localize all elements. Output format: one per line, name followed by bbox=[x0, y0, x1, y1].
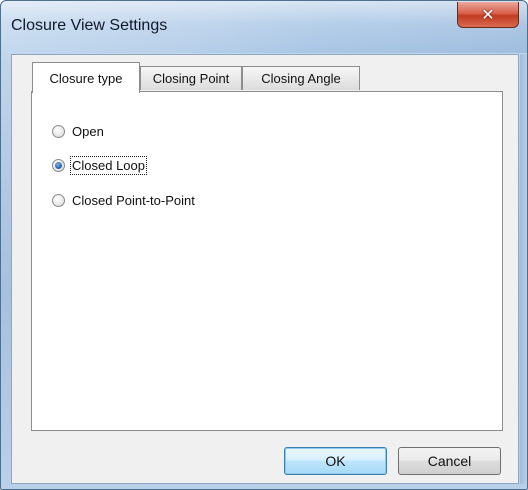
ok-button[interactable]: OK bbox=[284, 447, 387, 475]
radio-open[interactable]: Open bbox=[52, 122, 104, 140]
radio-label: Open bbox=[72, 123, 104, 139]
window-title: Closure View Settings bbox=[11, 17, 168, 34]
radio-closed-point-to-point[interactable]: Closed Point-to-Point bbox=[52, 191, 195, 209]
tab-closing-point[interactable]: Closing Point bbox=[140, 66, 242, 90]
window-edge bbox=[520, 54, 527, 484]
radio-button[interactable] bbox=[52, 124, 65, 138]
radio-label: Closed Point-to-Point bbox=[72, 192, 195, 208]
radio-closed-loop[interactable]: Closed Loop bbox=[52, 155, 147, 175]
title-bar[interactable]: Closure View Settings ✕ bbox=[1, 1, 527, 53]
cancel-button[interactable]: Cancel bbox=[398, 447, 501, 475]
tab-label: Closing Angle bbox=[261, 71, 341, 86]
tab-label: Closing Point bbox=[152, 71, 230, 86]
radio-button[interactable] bbox=[52, 158, 65, 172]
tab-closure-type[interactable]: Closure type bbox=[32, 62, 140, 93]
tab-panel-closure-type: Open Closed Loop Closed Point-to-Point bbox=[31, 91, 503, 431]
radio-button[interactable] bbox=[52, 193, 65, 207]
radio-label: Closed Loop bbox=[70, 155, 147, 175]
tab-label: Closure type bbox=[49, 70, 123, 86]
close-button[interactable]: ✕ bbox=[457, 2, 519, 28]
close-icon: ✕ bbox=[481, 6, 495, 24]
tab-closing-angle[interactable]: Closing Angle bbox=[242, 66, 360, 90]
